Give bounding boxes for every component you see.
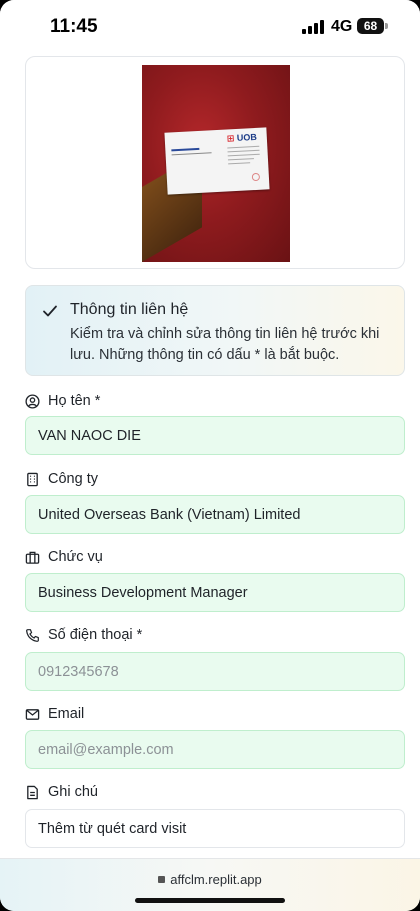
company-label: Công ty [25,469,98,489]
url-bar[interactable]: affclm.replit.app [0,872,420,887]
business-card-image: ⊞ UOB [164,127,270,195]
signal-icon [302,20,324,34]
home-indicator[interactable] [135,898,285,903]
name-label: Họ tên * [25,391,100,411]
uob-logo: ⊞ UOB [226,131,258,144]
notice-title: Thông tin liên hệ [70,301,189,318]
status-bar: 11:45 4G 68 [0,0,420,50]
briefcase-icon [25,551,40,564]
phone-icon [26,628,39,642]
note-input[interactable] [25,809,405,848]
status-time: 11:45 [50,16,98,37]
email-input[interactable] [25,730,405,769]
name-input[interactable] [25,416,405,455]
card-photo: ⊞ UOB [142,65,290,262]
network-type: 4G [331,18,353,35]
phone-label: Số điện thoại * [25,625,142,645]
company-input[interactable] [25,495,405,534]
note-label: Ghi chú [25,782,98,802]
building-icon [27,472,38,486]
phone-screen: 11:45 4G 68 ⊞ UOB Thông tin liên hệ Kiểm… [0,0,420,911]
lock-icon [158,876,166,883]
file-icon [27,785,38,799]
contact-info-notice: Thông tin liên hệ Kiểm tra và chỉnh sửa … [25,285,405,376]
check-icon [43,305,57,317]
browser-bottom-bar: affclm.replit.app [0,858,420,911]
position-input[interactable] [25,573,405,612]
phone-input[interactable] [25,652,405,691]
user-circle-icon [25,393,40,409]
email-label: Email [25,704,84,724]
contact-form: ⊞ UOB Thông tin liên hệ Kiểm tra và chỉn… [0,50,420,858]
battery-icon: 68 [357,18,384,34]
position-label: Chức vụ [25,547,103,567]
notice-description: Kiểm tra và chỉnh sửa thông tin liên hệ … [70,326,380,363]
scanned-card-preview: ⊞ UOB [25,56,405,269]
mail-icon [25,708,40,720]
battery-tip [385,23,388,29]
